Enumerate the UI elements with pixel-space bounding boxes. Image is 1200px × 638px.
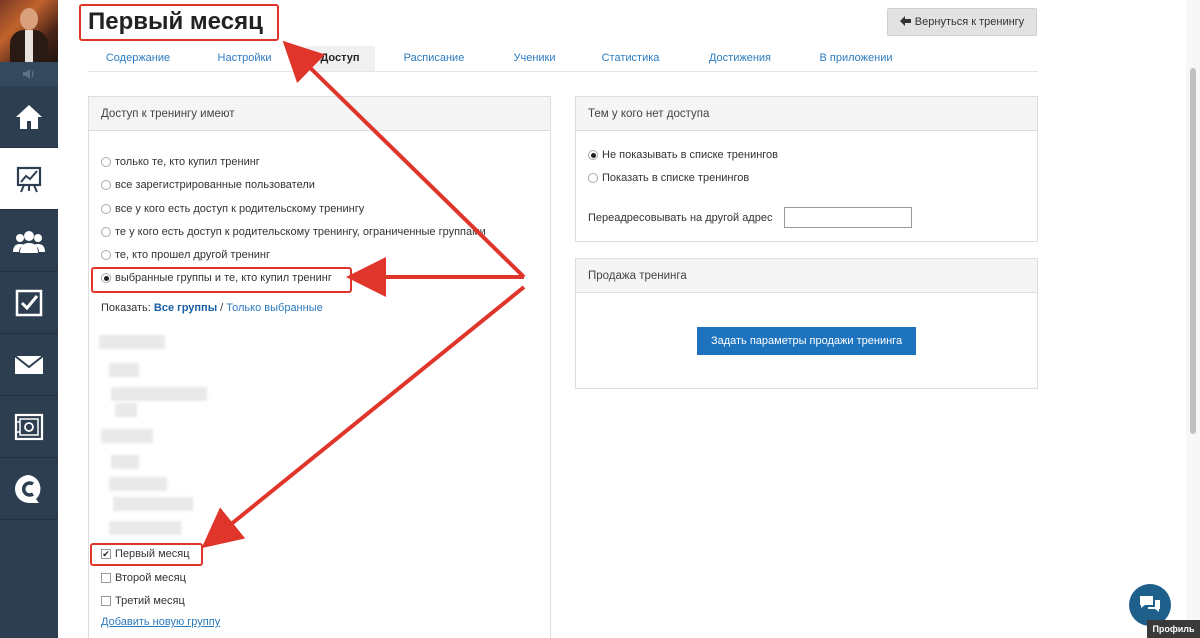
redacted-group (111, 455, 139, 469)
tab-achievements[interactable]: Достижения (700, 46, 780, 71)
sidebar-item-users[interactable] (0, 210, 58, 272)
radio[interactable] (101, 250, 111, 260)
access-option-other-training[interactable]: те, кто прошел другой тренинг (101, 249, 270, 261)
sale-panel: Продажа тренинга Задать параметры продаж… (575, 258, 1038, 389)
no-access-option-show[interactable]: Показать в списке тренингов (588, 172, 749, 184)
training-chart-icon (14, 164, 44, 194)
redacted-group (99, 335, 165, 349)
sidebar-item-safe[interactable] (0, 396, 58, 458)
group-item-second-month[interactable]: Второй месяц (101, 572, 186, 584)
access-panel-heading: Доступ к тренингу имеют (89, 97, 550, 131)
home-icon (14, 102, 44, 132)
radio-selected[interactable] (588, 150, 598, 160)
speaker-icon[interactable] (0, 62, 58, 86)
tab-students[interactable]: Ученики (502, 46, 567, 71)
checkbox-checked[interactable]: ✔ (101, 549, 111, 559)
users-icon (13, 227, 45, 255)
sale-panel-heading: Продажа тренинга (576, 259, 1037, 293)
access-option-parent-groups[interactable]: те у кого есть доступ к родительскому тр… (101, 226, 486, 238)
redirect-url-input[interactable] (784, 207, 912, 228)
tab-settings[interactable]: Настройки (202, 46, 287, 71)
tab-statistics[interactable]: Статистика (593, 46, 668, 71)
radio-selected[interactable] (101, 273, 111, 283)
group-item-first-month[interactable]: ✔ Первый месяц (101, 548, 190, 560)
no-access-panel-heading: Тем у кого нет доступа (576, 97, 1037, 131)
radio[interactable] (101, 157, 111, 167)
sidebar (0, 0, 58, 638)
sidebar-item-training[interactable] (0, 148, 58, 210)
redacted-group (111, 387, 207, 401)
safe-icon (14, 412, 44, 442)
access-option-registered[interactable]: все зарегистрированные пользователи (101, 179, 315, 191)
group-item-third-month[interactable]: Третий месяц (101, 595, 185, 607)
app-window: Первый месяц Вернуться к тренингу Содерж… (0, 0, 1200, 638)
redirect-label: Переадресовывать на другой адрес (588, 212, 773, 224)
group-filter: Показать: Все группы / Только выбранные (101, 302, 323, 314)
chat-logo-icon (13, 473, 45, 505)
add-group-link[interactable]: Добавить новую группу (101, 616, 220, 628)
checkbox[interactable] (101, 596, 111, 606)
avatar[interactable] (0, 0, 58, 62)
task-check-icon (14, 288, 44, 318)
redacted-group (113, 497, 193, 511)
page-title: Первый месяц (88, 8, 263, 35)
redacted-group (109, 521, 181, 535)
tab-bar: Содержание Настройки Доступ Расписание У… (88, 46, 1038, 72)
tab-content[interactable]: Содержание (88, 46, 188, 71)
profile-tab[interactable]: Профиль (1147, 620, 1200, 638)
sidebar-item-mail[interactable] (0, 334, 58, 396)
back-to-training-button[interactable]: Вернуться к тренингу (887, 8, 1037, 36)
redacted-group (109, 477, 167, 491)
no-access-panel: Тем у кого нет доступа Не показывать в с… (575, 96, 1038, 242)
no-access-option-hide[interactable]: Не показывать в списке тренингов (588, 149, 778, 161)
redacted-group (101, 429, 153, 443)
access-option-buyers[interactable]: только те, кто купил тренинг (101, 156, 260, 168)
sidebar-item-home[interactable] (0, 86, 58, 148)
arrow-left-icon (899, 15, 911, 29)
tab-access[interactable]: Доступ (305, 46, 375, 71)
redacted-group (109, 363, 139, 377)
scrollbar-thumb[interactable] (1190, 68, 1196, 434)
show-selected-groups-link[interactable]: Только выбранные (226, 302, 322, 314)
checkbox[interactable] (101, 573, 111, 583)
tab-in-app[interactable]: В приложении (811, 46, 901, 71)
radio[interactable] (101, 227, 111, 237)
radio[interactable] (101, 204, 111, 214)
chat-bubbles-icon (1138, 594, 1162, 617)
access-option-parent[interactable]: все у кого есть доступ к родительскому т… (101, 203, 364, 215)
sidebar-item-chat[interactable] (0, 458, 58, 520)
back-button-label: Вернуться к тренингу (914, 16, 1025, 28)
sidebar-item-tasks[interactable] (0, 272, 58, 334)
access-option-selected-groups[interactable]: выбранные группы и те, кто купил тренинг (101, 272, 332, 284)
sale-settings-button[interactable]: Задать параметры продажи тренинга (697, 327, 916, 355)
radio[interactable] (101, 180, 111, 190)
tab-schedule[interactable]: Расписание (394, 46, 474, 71)
redacted-group (115, 403, 137, 417)
show-all-groups-link[interactable]: Все группы (154, 302, 217, 314)
mail-icon (14, 354, 44, 376)
access-panel: Доступ к тренингу имеют только те, кто к… (88, 96, 551, 638)
radio[interactable] (588, 173, 598, 183)
